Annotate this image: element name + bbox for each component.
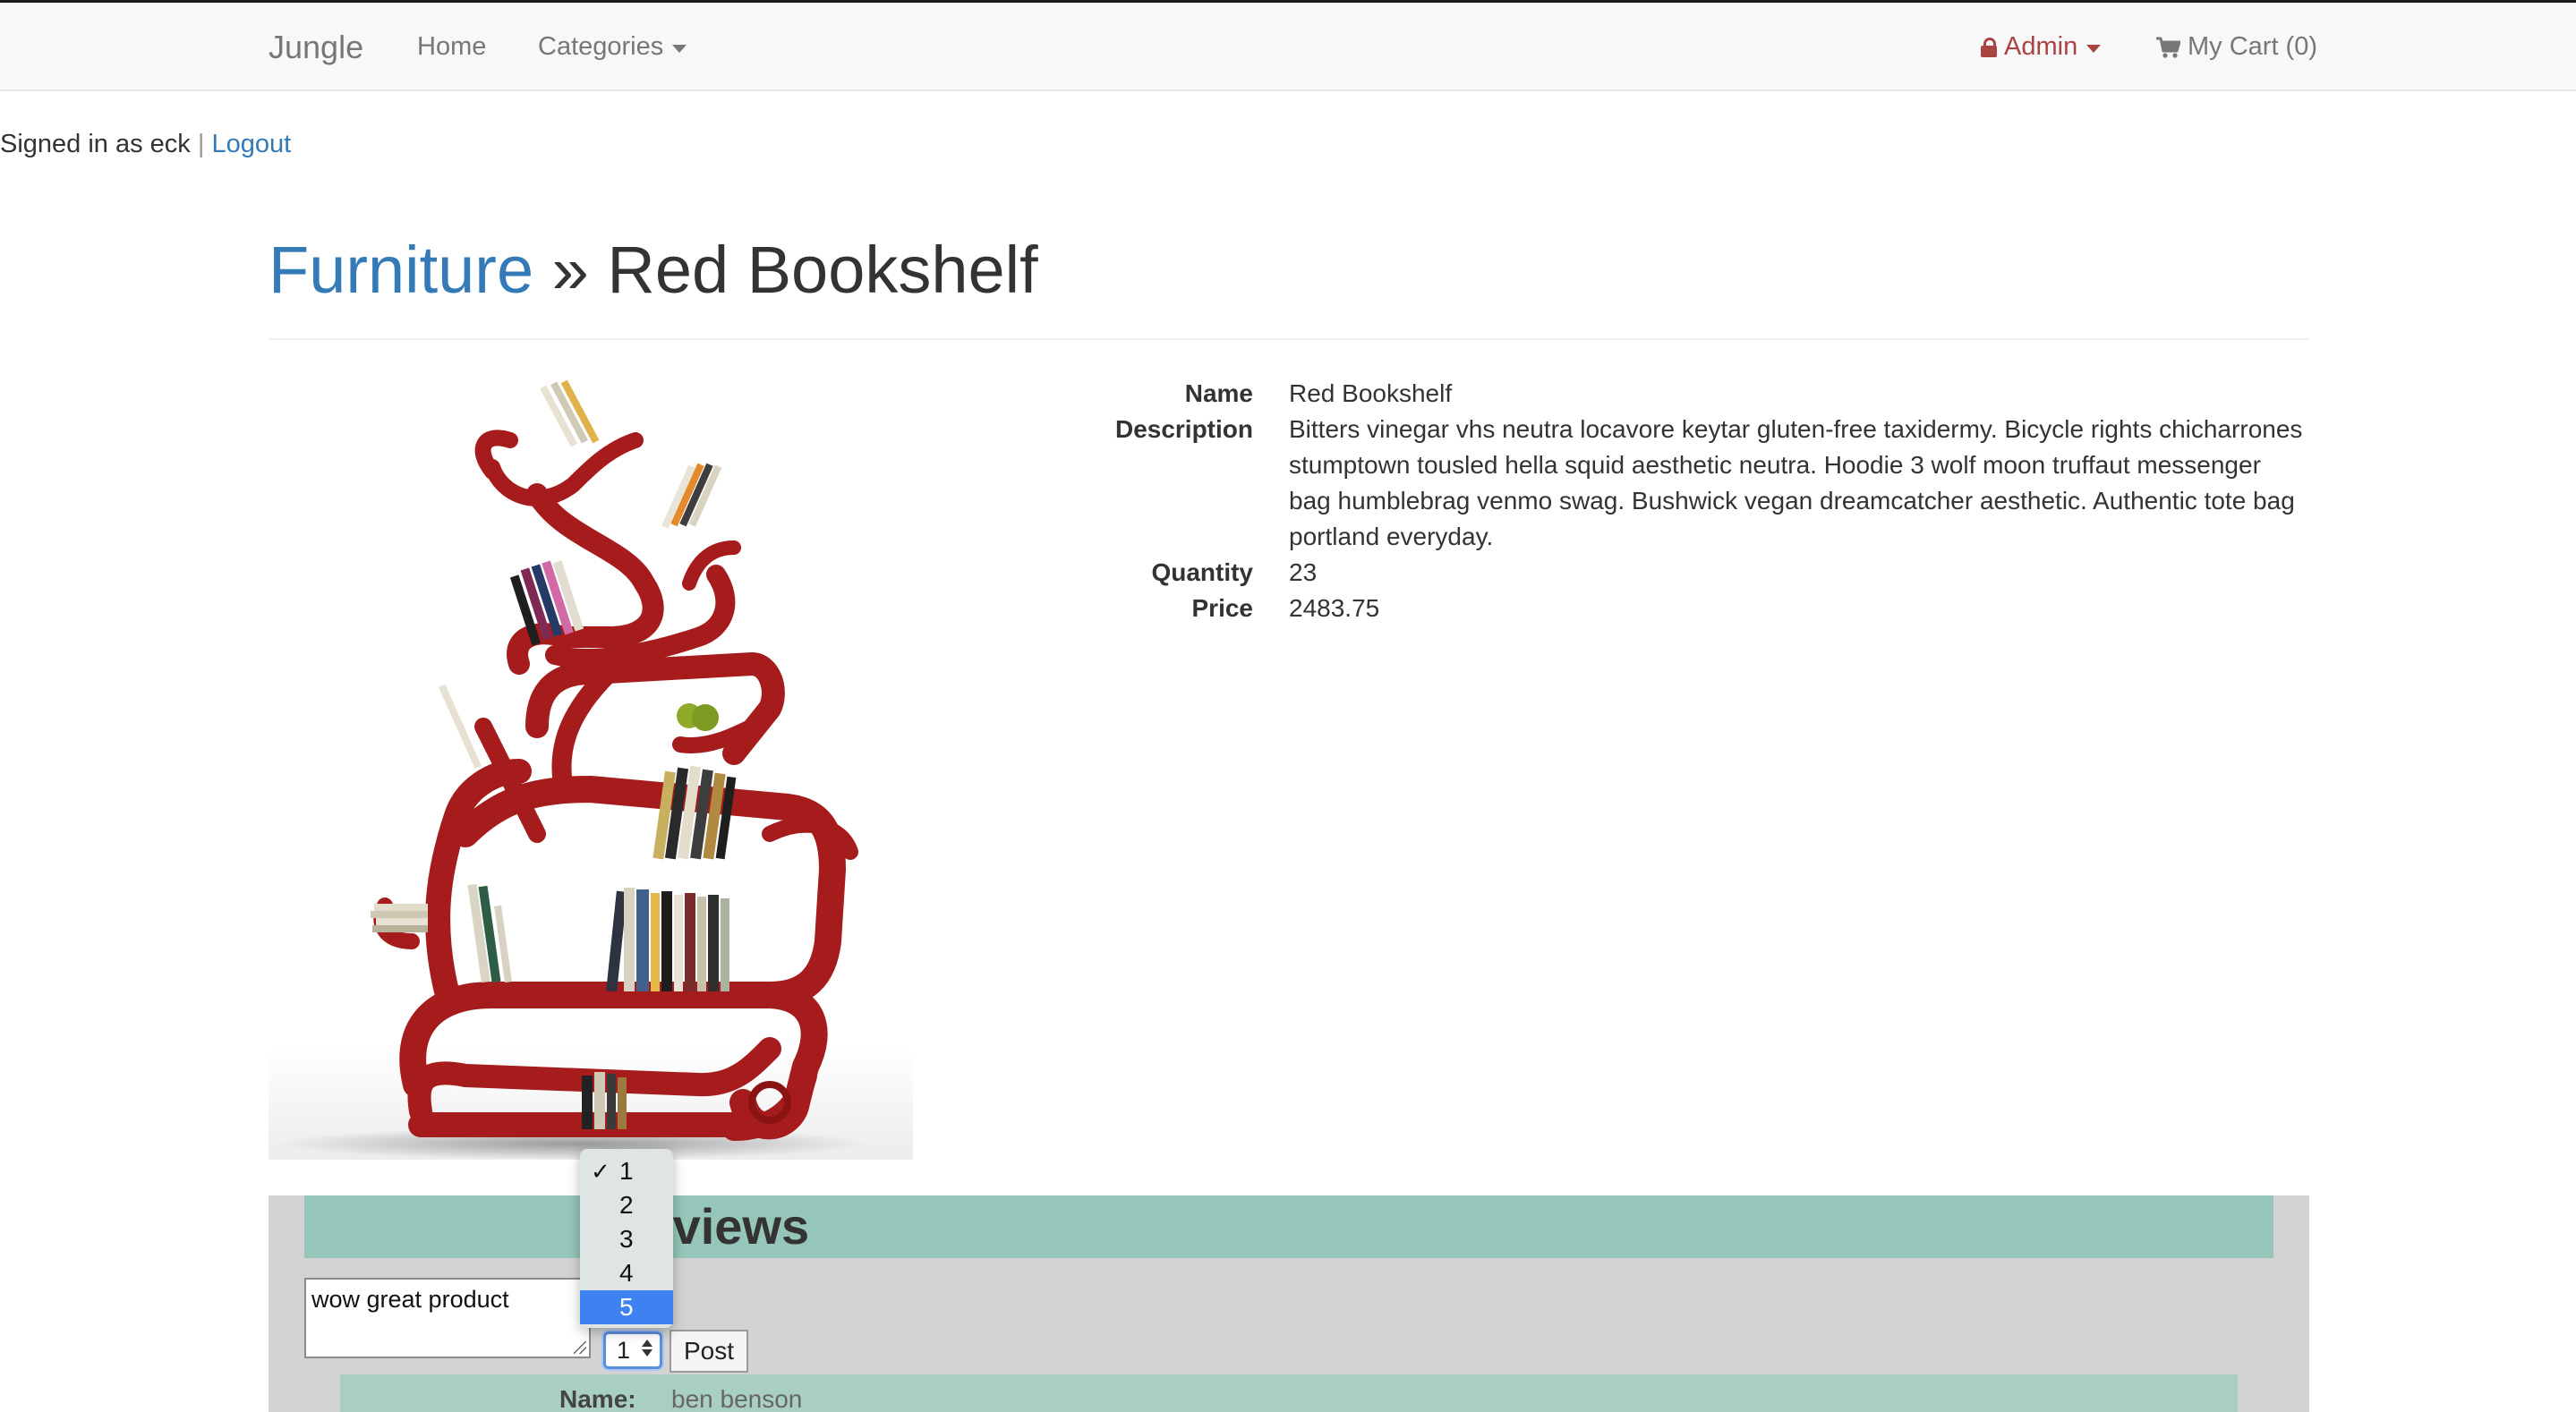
brand-link[interactable]: Jungle (269, 3, 363, 91)
checkmark-icon: ✓ (591, 1158, 610, 1185)
rating-select[interactable]: 1 (603, 1331, 662, 1369)
detail-label-description: Description (1114, 415, 1253, 443)
rating-option-label: 1 (619, 1157, 634, 1185)
rating-option-label: 4 (619, 1259, 634, 1287)
nav-categories-dropdown[interactable]: Categories (538, 3, 687, 91)
rating-option-1[interactable]: ✓ 1 (580, 1154, 673, 1188)
resize-grip-icon[interactable] (574, 1341, 586, 1354)
detail-row-quantity: Quantity 23 (1074, 555, 2309, 591)
logout-link[interactable]: Logout (211, 130, 291, 158)
shopping-cart-icon (2155, 36, 2180, 59)
caret-down-icon (672, 45, 687, 53)
rating-option-2[interactable]: 2 (580, 1188, 673, 1222)
rating-option-3[interactable]: 3 (580, 1222, 673, 1256)
detail-label-price: Price (1191, 594, 1254, 622)
rating-option-5[interactable]: 5 (580, 1290, 673, 1324)
review-textarea-value: wow great product (311, 1286, 509, 1313)
signed-in-separator: | (197, 130, 205, 158)
signed-in-text: Signed in as eck (0, 130, 191, 158)
detail-label-name: Name (1184, 379, 1253, 407)
nav-home-link[interactable]: Home (417, 3, 486, 91)
product-image (269, 369, 913, 1160)
admin-dropdown[interactable]: Admin (1981, 3, 2102, 91)
my-cart-link[interactable]: My Cart (0) (2155, 3, 2317, 91)
product-name: Red Bookshelf (1289, 379, 1453, 407)
updown-arrows-icon (642, 1340, 653, 1357)
rating-select-value: 1 (617, 1336, 631, 1364)
breadcrumb-category-link[interactable]: Furniture (269, 233, 533, 307)
post-button[interactable]: Post (670, 1330, 748, 1373)
product-description: Bitters vinegar vhs neutra locavore keyt… (1289, 415, 2303, 550)
lock-icon (1981, 37, 1997, 57)
breadcrumb-product-name: Red Bookshelf (607, 233, 1038, 307)
rating-option-4[interactable]: 4 (580, 1256, 673, 1290)
detail-row-description: Description Bitters vinegar vhs neutra l… (1074, 412, 2309, 555)
rating-option-label: 3 (619, 1225, 634, 1253)
review-textarea[interactable]: wow great product (304, 1278, 591, 1358)
page-header: Furniture » Red Bookshelf (269, 225, 2309, 340)
caret-down-icon (2086, 45, 2102, 53)
detail-row-price: Price 2483.75 (1074, 591, 2309, 626)
red-bookshelf-illustration (269, 379, 913, 1160)
nav-categories-label: Categories (538, 32, 664, 61)
review-item: Name: ben benson (340, 1374, 2238, 1412)
product-details: Name Red Bookshelf Description Bitters v… (1074, 376, 2309, 626)
signed-in-bar: Signed in as eck | Logout (0, 130, 291, 159)
detail-row-name: Name Red Bookshelf (1074, 376, 2309, 412)
review-name-label: Name: (559, 1385, 636, 1412)
page-title: Furniture » Red Bookshelf (269, 225, 2309, 315)
admin-label: Admin (2004, 32, 2078, 61)
product-quantity: 23 (1289, 558, 1318, 586)
breadcrumb-separator: » (551, 233, 589, 307)
my-cart-label: My Cart (0) (2188, 32, 2317, 61)
review-author: ben benson (671, 1385, 803, 1412)
rating-option-label: 5 (619, 1293, 634, 1321)
rating-options-dropdown[interactable]: ✓ 1 2 3 4 5 (580, 1149, 673, 1328)
rating-option-label: 2 (619, 1191, 634, 1219)
reviews-section: Reviews wow great product 1 Post Name: b… (269, 1195, 2309, 1412)
navbar: Jungle Home Categories Admin My Cart (0) (0, 3, 2576, 91)
product-price: 2483.75 (1289, 594, 1380, 622)
detail-label-quantity: Quantity (1151, 558, 1253, 586)
